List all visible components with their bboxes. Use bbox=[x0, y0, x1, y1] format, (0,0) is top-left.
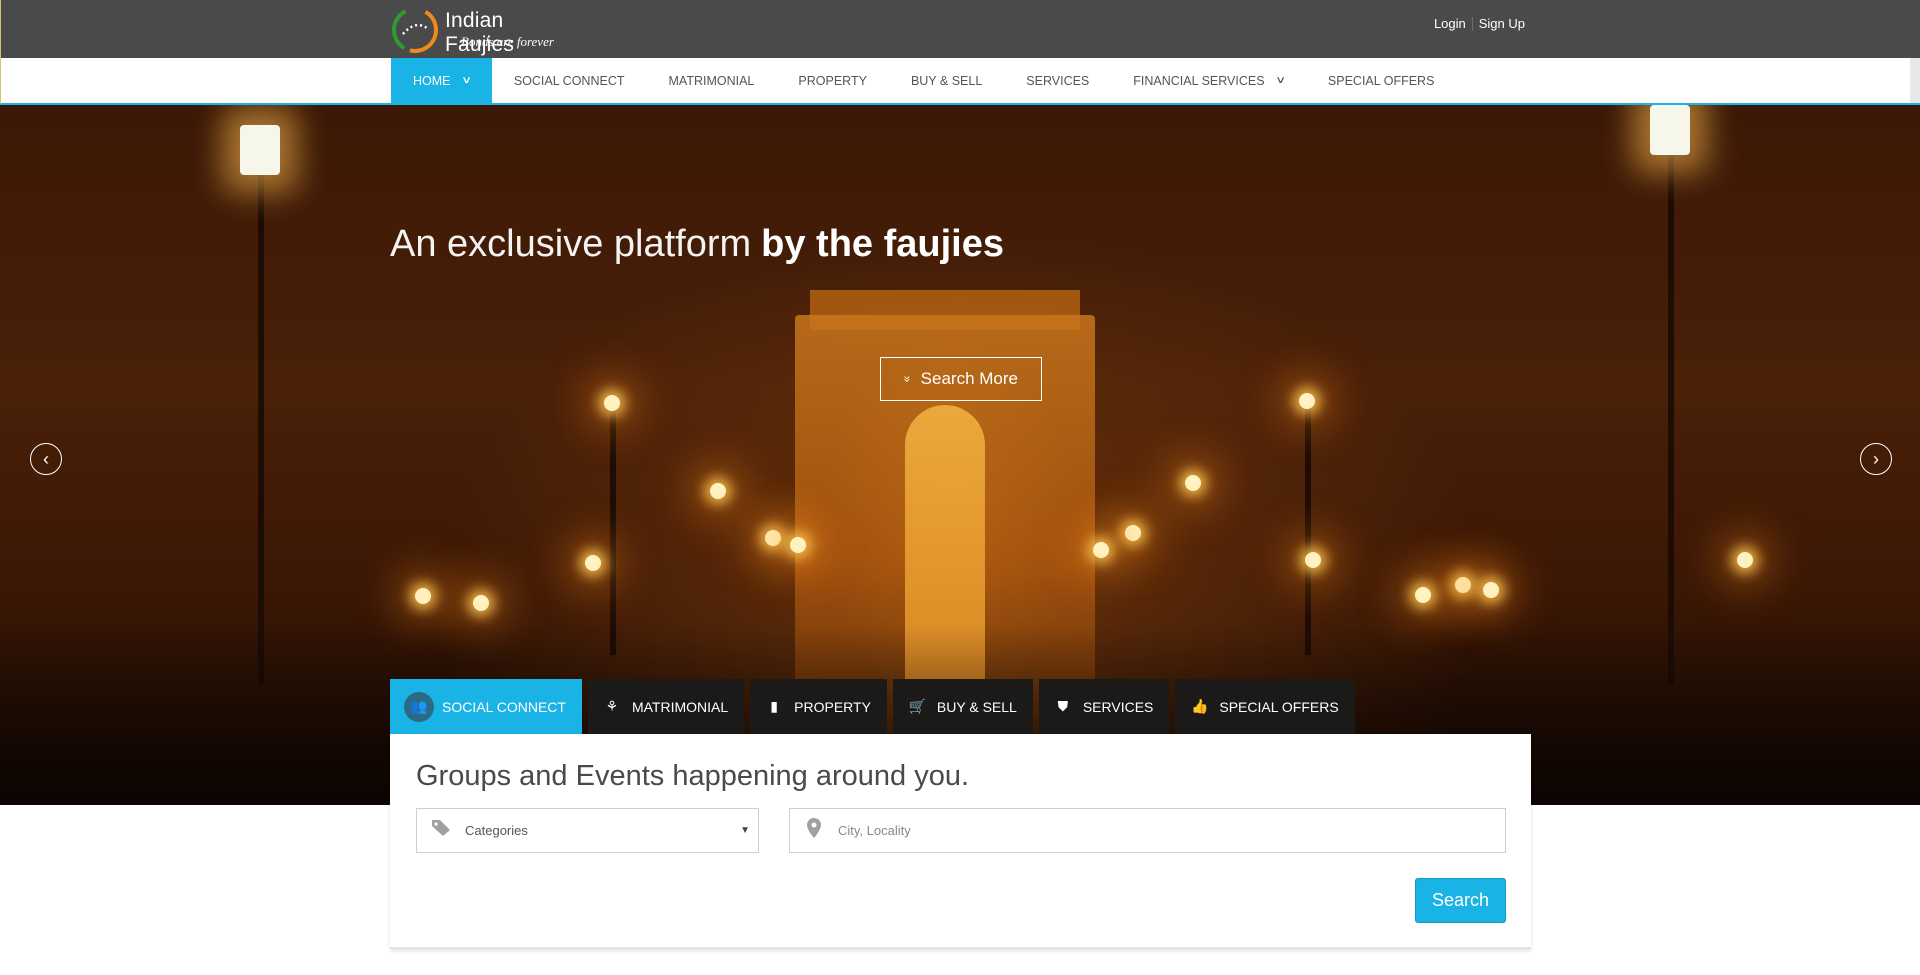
double-chevron-down-icon: » bbox=[900, 375, 915, 383]
nav-item-property[interactable]: PROPERTY bbox=[776, 58, 889, 103]
tab-label: MATRIMONIAL bbox=[631, 698, 729, 715]
login-link[interactable]: Login bbox=[1428, 16, 1472, 31]
hero-headline: An exclusive platform by the faujies bbox=[390, 223, 1004, 266]
thumbs-up-icon: 👍 bbox=[1191, 698, 1209, 714]
tab-special-offers[interactable]: 👍 SPECIAL OFFERS bbox=[1175, 679, 1355, 734]
nav-item-label: MATRIMONIAL bbox=[668, 73, 755, 88]
panel-title: Groups and Events happening around you. bbox=[416, 760, 970, 792]
nav-item-buy-sell[interactable]: BUY & SELL bbox=[889, 58, 1004, 103]
search-panel: Groups and Events happening around you. … bbox=[390, 734, 1531, 949]
slider-prev-button[interactable]: ‹ bbox=[30, 443, 62, 475]
city-input[interactable] bbox=[838, 809, 1505, 852]
brand-tagline: Bonds are forever bbox=[461, 34, 554, 49]
tab-property[interactable]: ▮ PROPERTY bbox=[750, 679, 887, 734]
search-more-label: Search More bbox=[920, 369, 1018, 388]
main-nav: HOME ∨ SOCIAL CONNECT MATRIMONIAL PROPER… bbox=[0, 58, 1920, 105]
hero-headline-light: An exclusive platform bbox=[390, 223, 752, 265]
nav-item-label: SERVICES bbox=[1026, 73, 1090, 88]
nav-item-home[interactable]: HOME ∨ bbox=[391, 58, 492, 103]
slider-next-button[interactable]: › bbox=[1860, 443, 1892, 475]
chevron-down-icon: ∨ bbox=[460, 75, 472, 86]
tab-services[interactable]: ⛊ SERVICES bbox=[1038, 679, 1170, 734]
caret-down-icon: ▼ bbox=[740, 825, 750, 836]
nav-item-label: SPECIAL OFFERS bbox=[1327, 73, 1435, 88]
nav-item-label: SOCIAL CONNECT bbox=[513, 73, 625, 88]
auth-links: Login Sign Up bbox=[1428, 16, 1531, 31]
nav-list: HOME ∨ SOCIAL CONNECT MATRIMONIAL PROPER… bbox=[391, 58, 1456, 103]
top-bar: Indian Faujies Bonds are forever Login S… bbox=[0, 0, 1920, 58]
nav-item-label: HOME bbox=[413, 73, 451, 88]
chevron-down-icon: ∨ bbox=[1274, 75, 1286, 86]
chevron-right-icon: › bbox=[1873, 448, 1879, 469]
page: Indian Faujies Bonds are forever Login S… bbox=[0, 0, 1920, 975]
nav-item-social-connect[interactable]: SOCIAL CONNECT bbox=[492, 58, 647, 103]
tab-matrimonial[interactable]: ⚘ MATRIMONIAL bbox=[587, 679, 745, 734]
search-more-button[interactable]: » Search More bbox=[880, 357, 1042, 401]
users-icon: 👥 bbox=[404, 691, 434, 722]
building-icon: ▮ bbox=[770, 698, 779, 714]
nav-item-label: FINANCIAL SERVICES bbox=[1133, 73, 1265, 88]
map-pin-icon bbox=[790, 818, 838, 843]
chevron-left-icon: ‹ bbox=[43, 448, 49, 469]
tab-buy-sell[interactable]: 🛒 BUY & SELL bbox=[892, 679, 1033, 734]
city-field[interactable] bbox=[789, 808, 1506, 853]
category-tabs: 👥 SOCIAL CONNECT ⚘ MATRIMONIAL ▮ PROPERT… bbox=[390, 679, 1355, 734]
couple-icon: ⚘ bbox=[605, 698, 619, 714]
tab-label: SERVICES bbox=[1082, 698, 1154, 715]
nav-item-matrimonial[interactable]: MATRIMONIAL bbox=[647, 58, 777, 103]
cart-icon: 🛒 bbox=[908, 698, 927, 714]
tab-label: SPECIAL OFFERS bbox=[1219, 698, 1339, 715]
hero-headline-bold: by the faujies bbox=[761, 223, 1004, 265]
categories-select-value: Categories bbox=[465, 823, 528, 838]
tab-label: BUY & SELL bbox=[936, 698, 1017, 715]
tab-label: SOCIAL CONNECT bbox=[442, 698, 566, 715]
scrollbar-track[interactable] bbox=[1910, 58, 1920, 103]
nav-item-label: PROPERTY bbox=[798, 73, 867, 88]
shield-icon: ⛊ bbox=[1057, 698, 1069, 714]
tab-label: PROPERTY bbox=[794, 698, 871, 715]
brand-logo[interactable]: Indian Faujies Bonds are forever bbox=[391, 4, 571, 56]
nav-item-financial-services[interactable]: FINANCIAL SERVICES ∨ bbox=[1111, 58, 1306, 103]
nav-item-services[interactable]: SERVICES bbox=[1004, 58, 1111, 103]
signup-link[interactable]: Sign Up bbox=[1473, 16, 1531, 31]
logo-emblem-icon bbox=[392, 7, 438, 53]
tag-icon bbox=[417, 819, 465, 842]
categories-select[interactable]: Categories ▼ bbox=[416, 808, 759, 853]
nav-item-label: BUY & SELL bbox=[910, 73, 983, 88]
search-button[interactable]: Search bbox=[1415, 878, 1506, 923]
nav-item-special-offers[interactable]: SPECIAL OFFERS bbox=[1306, 58, 1457, 103]
tab-social-connect[interactable]: 👥 SOCIAL CONNECT bbox=[390, 679, 582, 734]
